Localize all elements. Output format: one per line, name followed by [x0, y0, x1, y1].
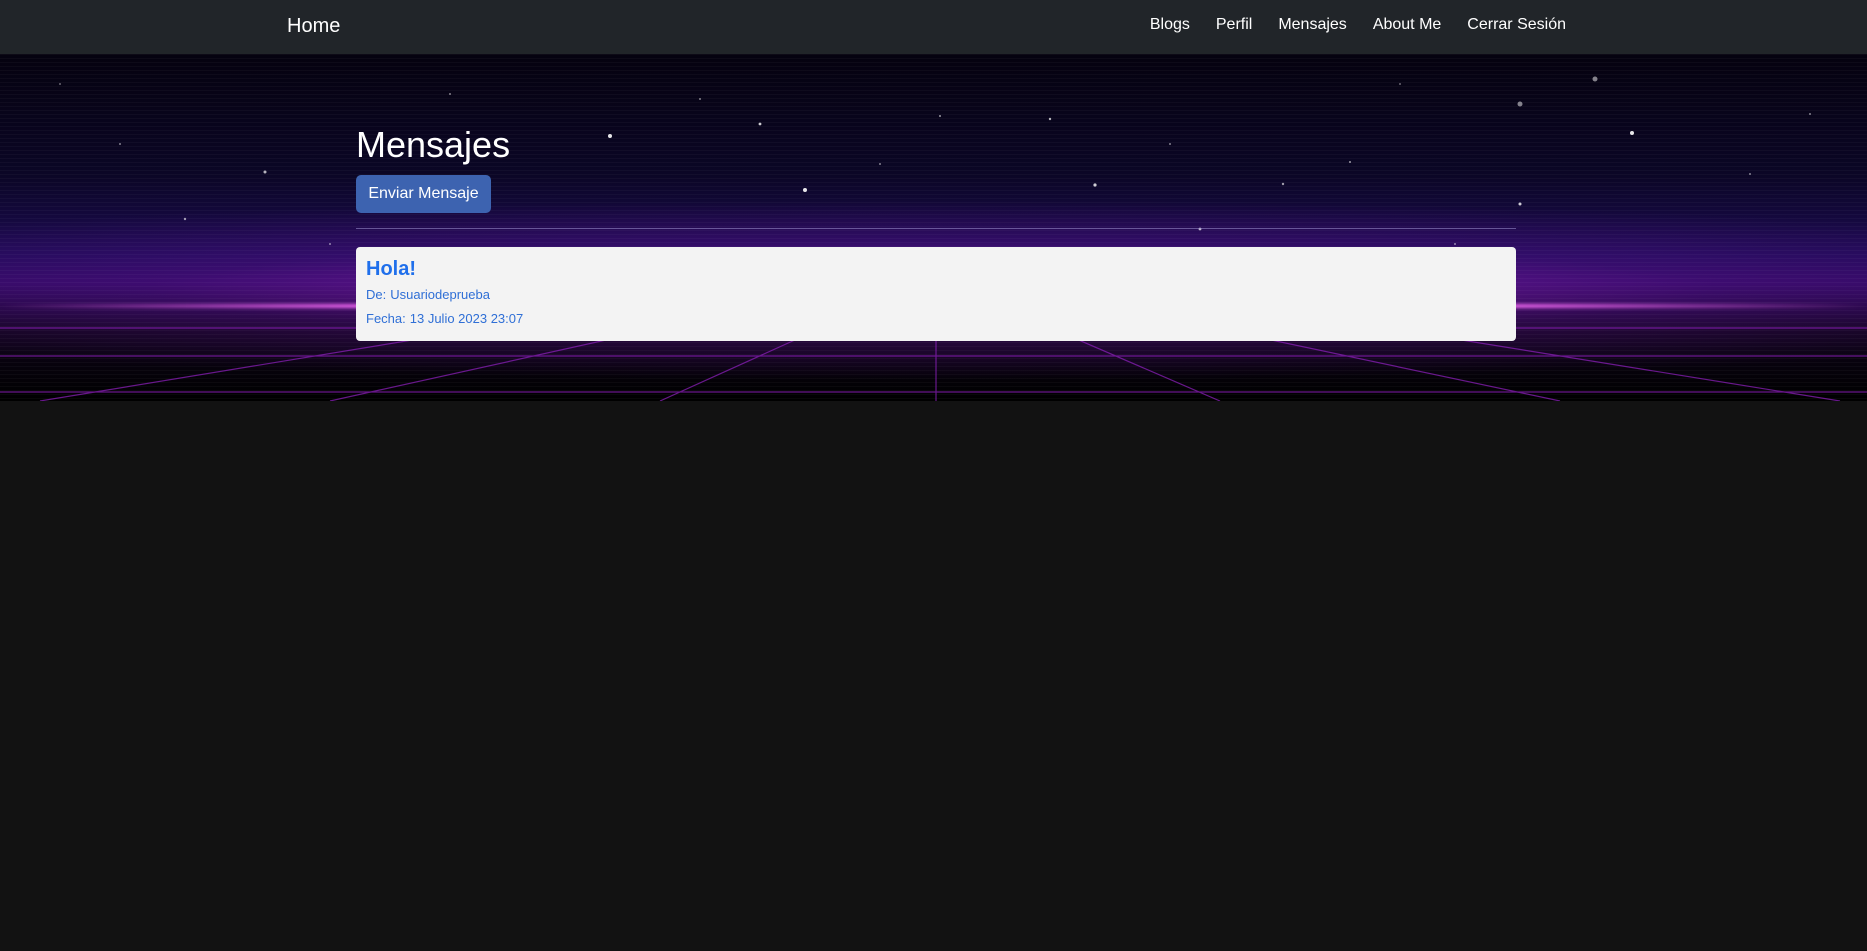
message-date-label: Fecha: [366, 311, 406, 326]
message-date-value: 13 Julio 2023 23:07 [409, 311, 524, 326]
page-title: Mensajes [356, 124, 511, 165]
nav-link-about-me[interactable]: About Me [1373, 15, 1441, 35]
nav-link-mensajes[interactable]: Mensajes [1278, 15, 1346, 35]
message-subject-link[interactable]: Hola! [366, 257, 416, 281]
nav-links: Blogs Perfil Mensajes About Me Cerrar Se… [1124, 15, 1566, 35]
home-brand-link[interactable]: Home [287, 13, 340, 39]
message-date: Fecha: 13 Julio 2023 23:07 [366, 311, 523, 327]
nav-link-perfil[interactable]: Perfil [1216, 15, 1252, 35]
nav-link-cerrar-sesion[interactable]: Cerrar Sesión [1467, 15, 1566, 35]
message-from: De: Usuariodeprueba [366, 287, 490, 303]
send-message-button[interactable]: Enviar Mensaje [356, 175, 491, 213]
nav-link-blogs[interactable]: Blogs [1150, 15, 1190, 35]
top-navbar: Home Blogs Perfil Mensajes About Me Cerr… [0, 0, 1867, 54]
message-from-label: De: [366, 287, 387, 302]
divider [356, 228, 1516, 229]
message-card: Hola! De: Usuariodeprueba Fecha: 13 Juli… [356, 247, 1516, 341]
message-from-value: Usuariodeprueba [390, 287, 490, 302]
